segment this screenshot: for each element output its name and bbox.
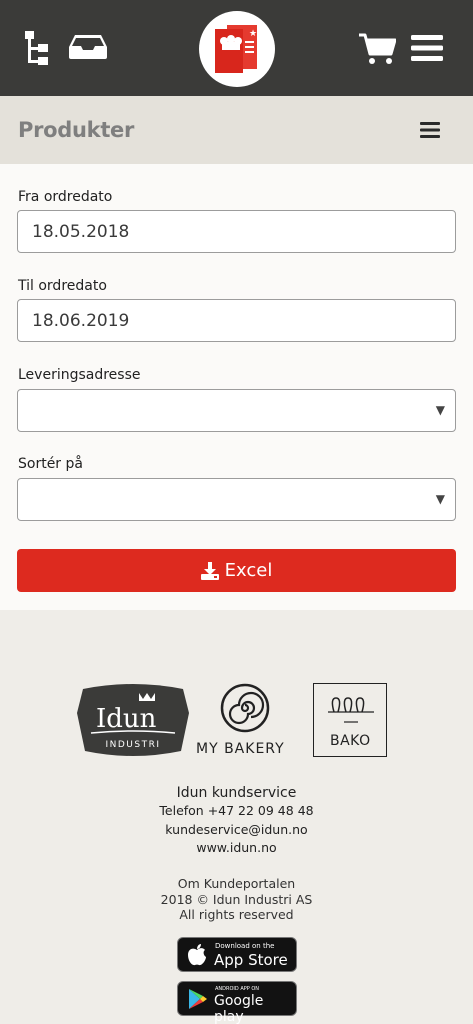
- google-play-icon: [189, 989, 207, 1009]
- app-store-small-text: Download on the: [215, 942, 275, 950]
- app-store-big-text: App Store: [214, 951, 288, 969]
- excel-export-button[interactable]: Excel: [17, 549, 456, 592]
- menu-icon[interactable]: [410, 34, 444, 62]
- email-link[interactable]: kundeservice@idun.no: [0, 822, 473, 837]
- sort-label: Sortér på: [18, 456, 83, 472]
- inbox-icon[interactable]: [68, 34, 108, 60]
- mybakery-logo-text: MY BAKERY: [196, 741, 285, 757]
- hierarchy-icon[interactable]: [24, 30, 50, 66]
- about-portal-link[interactable]: Om Kundeportalen: [0, 876, 473, 891]
- to-date-value: 18.06.2019: [32, 311, 130, 331]
- dropdown-arrow-icon: ▼: [435, 492, 445, 506]
- from-date-label: Fra ordredato: [18, 189, 113, 205]
- svg-text:Idun: Idun: [96, 704, 157, 734]
- delivery-address-select[interactable]: ▼: [17, 389, 456, 432]
- dropdown-arrow-icon: ▼: [435, 403, 445, 417]
- sort-select[interactable]: ▼: [17, 478, 456, 521]
- from-date-input[interactable]: 18.05.2018: [17, 210, 456, 253]
- idun-industri-logo[interactable]: Idun INDUSTRI: [77, 683, 189, 757]
- app-store-badge[interactable]: Download on the App Store: [177, 937, 297, 972]
- google-play-small-text: ANDROID APP ON: [215, 986, 260, 992]
- to-date-input[interactable]: 18.06.2019: [17, 299, 456, 342]
- kundeportal-logo[interactable]: ★: [199, 11, 275, 87]
- cart-icon[interactable]: [358, 33, 396, 65]
- website-link[interactable]: www.idun.no: [0, 840, 473, 855]
- page-title: Produkter: [18, 118, 135, 142]
- customer-service-title: Idun kundservice: [176, 785, 297, 801]
- copyright-text: 2018 © Idun Industri AS: [160, 892, 313, 907]
- to-date-label: Til ordredato: [18, 278, 107, 294]
- from-date-value: 18.05.2018: [32, 222, 130, 242]
- excel-button-label: Excel: [224, 560, 273, 581]
- filter-menu-icon[interactable]: [420, 122, 440, 138]
- download-icon: [200, 561, 219, 580]
- google-play-badge[interactable]: ANDROID APP ON Google play: [177, 981, 297, 1024]
- delivery-address-label: Leveringsadresse: [18, 367, 141, 383]
- phone-number[interactable]: Telefon +47 22 09 48 48: [0, 803, 473, 818]
- rights-text: All rights reserved: [179, 907, 294, 922]
- google-play-big-text: Google play: [214, 993, 264, 1024]
- svg-text:INDUSTRI: INDUSTRI: [105, 740, 160, 750]
- apple-icon: [188, 944, 206, 966]
- bako-logo-text: BAKO: [330, 733, 371, 749]
- mybakery-spiral-icon[interactable]: [220, 683, 270, 733]
- svg-text:★: ★: [249, 29, 257, 39]
